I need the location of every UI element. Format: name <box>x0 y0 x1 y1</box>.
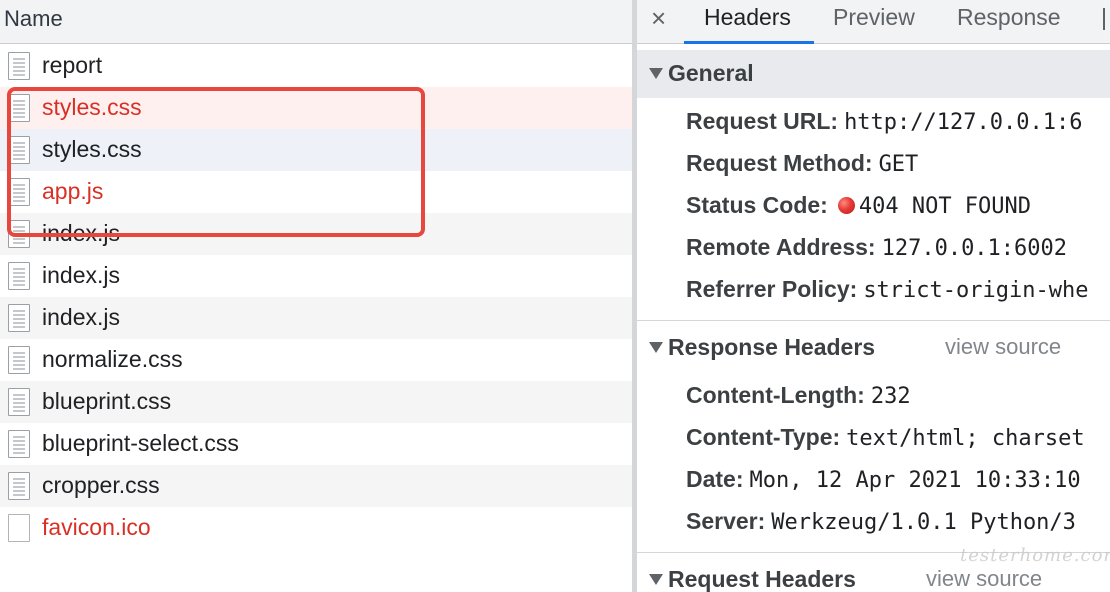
header-key: Request URL: <box>686 108 839 134</box>
request-name: blueprint.css <box>42 388 172 414</box>
request-row[interactable]: index.js <box>0 297 632 339</box>
request-row[interactable]: app.js <box>0 171 632 213</box>
section-title: Response Headers <box>668 334 876 360</box>
header-key: Content-Length: <box>686 382 865 408</box>
tab-bar: × Headers Preview Response <box>637 0 1110 44</box>
header-value: http://127.0.0.1:6 <box>844 110 1083 135</box>
header-value: text/html; charset <box>846 426 1085 451</box>
request-url-row: Request URL: http://127.0.0.1:6 <box>686 108 1082 146</box>
view-source-link[interactable]: view source <box>945 334 1061 360</box>
document-icon <box>8 388 30 416</box>
headers-panel: × Headers Preview Response General Reque… <box>637 0 1110 592</box>
document-icon <box>8 430 30 458</box>
header-key: Server: <box>686 508 766 534</box>
request-method-row: Request Method: GET <box>686 150 918 188</box>
request-list-panel: Name report styles.css styles.css app.js… <box>0 0 632 592</box>
tab-preview[interactable]: Preview <box>833 4 915 31</box>
active-tab-indicator <box>684 41 814 44</box>
request-name: index.js <box>42 262 120 288</box>
server-row: Server: Werkzeug/1.0.1 Python/3 <box>686 508 1076 546</box>
status-code-row: Status Code: 404 NOT FOUND <box>686 192 1031 230</box>
request-name: app.js <box>42 178 104 204</box>
header-value: 127.0.0.1:6002 <box>881 236 1068 261</box>
name-column-label: Name <box>4 6 63 31</box>
request-row[interactable]: blueprint-select.css <box>0 423 632 465</box>
document-icon <box>8 514 30 542</box>
header-value: Mon, 12 Apr 2021 10:33:10 <box>749 468 1081 493</box>
collapse-triangle-icon <box>649 342 663 353</box>
document-icon <box>8 52 30 80</box>
status-error-dot-icon <box>837 197 855 214</box>
document-icon <box>8 472 30 500</box>
tab-overflow-edge <box>1103 8 1105 30</box>
view-source-link[interactable]: view source <box>926 566 1042 592</box>
header-value: strict-origin-whe <box>863 278 1089 303</box>
document-icon <box>8 136 30 164</box>
header-key: Content-Type: <box>686 424 841 450</box>
document-icon <box>8 94 30 122</box>
request-name: styles.css <box>42 94 142 120</box>
request-name: index.js <box>42 220 120 246</box>
tab-headers[interactable]: Headers <box>704 4 791 31</box>
request-row[interactable]: blueprint.css <box>0 381 632 423</box>
remote-address-row: Remote Address: 127.0.0.1:6002 <box>686 234 1067 272</box>
close-icon[interactable]: × <box>651 3 666 34</box>
document-icon <box>8 304 30 332</box>
watermark: testerhome.com <box>960 545 1110 566</box>
request-name: styles.css <box>42 136 142 162</box>
collapse-triangle-icon <box>649 68 663 79</box>
request-row[interactable]: normalize.css <box>0 339 632 381</box>
date-row: Date: Mon, 12 Apr 2021 10:33:10 <box>686 466 1081 504</box>
request-row[interactable]: index.js <box>0 213 632 255</box>
document-icon <box>8 178 30 206</box>
request-row[interactable]: index.js <box>0 255 632 297</box>
content-length-row: Content-Length: 232 <box>686 382 911 420</box>
general-section-header[interactable]: General <box>637 50 1110 98</box>
collapse-triangle-icon <box>649 574 663 585</box>
header-key: Status Code: <box>686 192 828 218</box>
request-row-selected[interactable]: styles.css <box>0 129 632 171</box>
section-divider <box>637 320 1110 321</box>
referrer-policy-row: Referrer Policy: strict-origin-whe <box>686 276 1088 314</box>
tab-response[interactable]: Response <box>957 4 1061 31</box>
header-value: 404 NOT FOUND <box>858 194 1032 219</box>
request-row[interactable]: report <box>0 45 632 87</box>
request-name: index.js <box>42 304 120 330</box>
response-headers-section-header[interactable]: Response Headers view source <box>637 324 1110 372</box>
name-column-header[interactable]: Name <box>0 0 632 44</box>
section-title: Request Headers <box>668 566 856 592</box>
request-name: cropper.css <box>42 472 160 498</box>
header-value: GET <box>878 152 919 177</box>
header-value: Werkzeug/1.0.1 Python/3 <box>771 510 1076 535</box>
document-icon <box>8 346 30 374</box>
request-row[interactable]: cropper.css <box>0 465 632 507</box>
request-row[interactable]: favicon.ico <box>0 507 632 549</box>
request-name: report <box>42 52 103 78</box>
section-title: General <box>668 60 754 86</box>
header-key: Request Method: <box>686 150 873 176</box>
document-icon <box>8 220 30 248</box>
request-name: blueprint-select.css <box>42 430 239 456</box>
header-key: Remote Address: <box>686 234 876 260</box>
header-key: Referrer Policy: <box>686 276 858 302</box>
request-name: favicon.ico <box>42 514 151 540</box>
request-name: normalize.css <box>42 346 183 372</box>
header-value: 232 <box>870 384 911 409</box>
content-type-row: Content-Type: text/html; charset <box>686 424 1085 462</box>
request-row[interactable]: styles.css <box>0 87 632 129</box>
header-key: Date: <box>686 466 744 492</box>
document-icon <box>8 262 30 290</box>
